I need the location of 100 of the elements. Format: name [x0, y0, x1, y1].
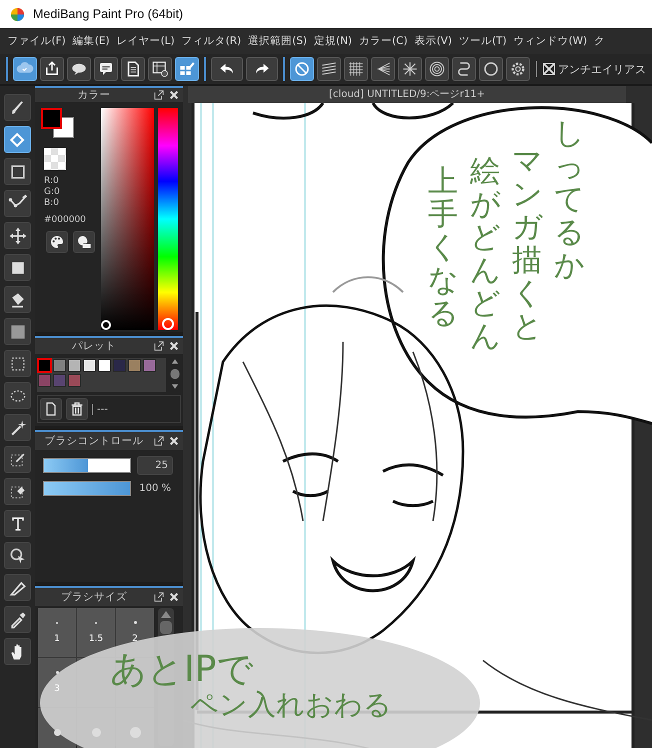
menu-item[interactable]: 定規(N) [310, 34, 356, 48]
eraser-tool-button[interactable] [4, 126, 31, 153]
palette-swatch[interactable] [53, 374, 66, 387]
share-button[interactable] [40, 57, 64, 81]
menu-item[interactable]: ツール(T) [455, 34, 510, 48]
palette-swatch[interactable] [53, 359, 66, 372]
curve-icon [455, 60, 473, 78]
square-tool-button[interactable] [4, 254, 31, 281]
settings-icon [509, 60, 527, 78]
menu-item[interactable]: レイヤー(L) [113, 34, 178, 48]
hue-slider[interactable] [158, 108, 178, 330]
palette-swatch[interactable] [128, 359, 141, 372]
brush-size-label[interactable]: 2 [132, 634, 138, 644]
radial-lines-icon [401, 60, 419, 78]
curve-button[interactable] [452, 57, 476, 81]
scroll-arrows-icon[interactable] [169, 358, 181, 390]
pointer-tool-button[interactable] [4, 542, 31, 569]
handwritten-note: あとIPで [110, 650, 254, 690]
knife-tool-button[interactable] [4, 574, 31, 601]
close-icon[interactable] [169, 341, 179, 351]
grid-button[interactable] [344, 57, 368, 81]
undo-button[interactable] [211, 57, 243, 81]
no-ruler-button[interactable] [290, 57, 314, 81]
brush-tool-button[interactable] [4, 94, 31, 121]
palette-swatch[interactable] [68, 359, 81, 372]
table-clock-button[interactable] [148, 57, 172, 81]
brush-dot-icon [56, 671, 58, 674]
palette-swatch[interactable] [38, 374, 51, 387]
parallel-lines-button[interactable] [317, 57, 341, 81]
paint-bucket-tool-button[interactable] [4, 286, 31, 313]
share-icon [43, 60, 61, 78]
perspective-lines-button[interactable] [371, 57, 395, 81]
menu-item[interactable]: ファイル(F) [4, 34, 70, 48]
dashed-ellipse-tool-button[interactable] [4, 382, 31, 409]
scrollbar-thumb[interactable] [159, 610, 173, 634]
menu-item[interactable]: ウィンドウ(W) [510, 34, 591, 48]
grid-pencil-button[interactable] [175, 57, 199, 81]
popout-icon[interactable] [154, 436, 164, 446]
close-icon[interactable] [169, 436, 179, 446]
brush-dot-icon [134, 621, 136, 624]
magic-wand-tool-button[interactable] [4, 414, 31, 441]
popout-icon[interactable] [154, 592, 164, 602]
menu-item[interactable]: フィルタ(R) [178, 34, 245, 48]
palette-swatch[interactable] [38, 359, 51, 372]
rgb-value: G:0 [44, 187, 61, 198]
close-icon[interactable] [169, 90, 179, 100]
panel-title: ブラシコントロール [44, 434, 144, 448]
palette-swatch[interactable] [68, 374, 81, 387]
trash-icon [69, 401, 85, 417]
saturation-value-picker[interactable] [101, 108, 154, 330]
close-icon[interactable] [169, 592, 179, 602]
letter-t-tool-button[interactable] [4, 510, 31, 537]
cloud-check-button[interactable] [13, 57, 37, 81]
radial-lines-button[interactable] [398, 57, 422, 81]
polyline-tool-button[interactable] [4, 190, 31, 217]
palette-icon [49, 234, 65, 250]
dashed-square-tool-button[interactable] [4, 350, 31, 377]
brush-size-label[interactable]: 1 [54, 634, 60, 644]
opacity-value: 100 % [138, 483, 171, 494]
select-pen-tool-button[interactable] [4, 446, 31, 473]
brush-size-label[interactable]: 1.5 [88, 634, 104, 644]
palette-swatch[interactable] [143, 359, 156, 372]
concentric-circles-button[interactable] [425, 57, 449, 81]
hue-handle[interactable] [162, 318, 174, 330]
handwritten-text: しってるか [554, 117, 584, 285]
rectangle-tool-button[interactable] [4, 158, 31, 185]
menu-item[interactable]: 表示(V) [411, 34, 456, 48]
menu-item[interactable]: カラー(C) [356, 34, 412, 48]
grid-icon [347, 60, 365, 78]
popout-icon[interactable] [154, 341, 164, 351]
delete-palette-button[interactable] [66, 398, 88, 420]
menu-item[interactable]: ク [590, 34, 609, 48]
speech-bubble-button[interactable] [67, 57, 91, 81]
comment-button[interactable] [94, 57, 118, 81]
canvas-tab[interactable]: [cloud] UNTITLED/9:ページr11+ [188, 86, 626, 103]
brush-size-value[interactable]: 25 [137, 456, 173, 475]
gradient-tool-button[interactable] [4, 318, 31, 345]
brush-size-slider[interactable] [43, 458, 131, 473]
palette-settings-button[interactable] [73, 231, 95, 253]
hand-tool-button[interactable] [4, 638, 31, 665]
handwritten-note: ペン入れおわる [190, 690, 392, 720]
picker-handle[interactable] [101, 320, 111, 330]
circle-button[interactable] [479, 57, 503, 81]
palette-swatch[interactable] [113, 359, 126, 372]
eyedropper-tool-button[interactable] [4, 606, 31, 633]
palette-swatch[interactable] [83, 359, 96, 372]
menu-item[interactable]: 選択範囲(S) [244, 34, 310, 48]
document-button[interactable] [121, 57, 145, 81]
select-eraser-tool-button[interactable] [4, 478, 31, 505]
transparent-swatch[interactable] [44, 148, 66, 170]
menu-item[interactable]: 編集(E) [69, 34, 114, 48]
redo-button[interactable] [246, 57, 278, 81]
move-arrows-tool-button[interactable] [4, 222, 31, 249]
settings-button[interactable] [506, 57, 530, 81]
popout-icon[interactable] [154, 90, 164, 100]
antialias-checkbox[interactable] [543, 63, 555, 75]
handwritten-text: 上手くなる [428, 165, 458, 333]
new-palette-button[interactable] [40, 398, 62, 420]
palette-button[interactable] [46, 231, 68, 253]
palette-swatch[interactable] [98, 359, 111, 372]
